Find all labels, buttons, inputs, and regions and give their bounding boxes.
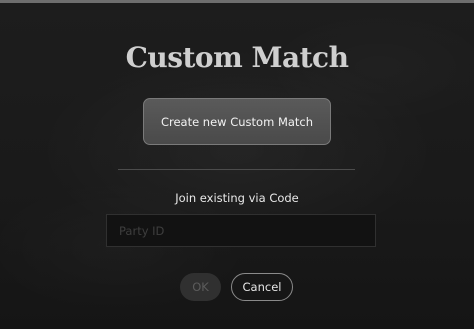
dialog-title: Custom Match [125,41,349,74]
join-existing-label: Join existing via Code [175,191,299,205]
custom-match-dialog: Custom Match Create new Custom Match Joi… [0,0,474,329]
create-custom-match-button[interactable]: Create new Custom Match [143,98,331,145]
party-id-input[interactable] [106,214,376,247]
cancel-button[interactable]: Cancel [231,273,293,301]
divider [118,169,355,170]
ok-button[interactable]: OK [180,273,221,301]
